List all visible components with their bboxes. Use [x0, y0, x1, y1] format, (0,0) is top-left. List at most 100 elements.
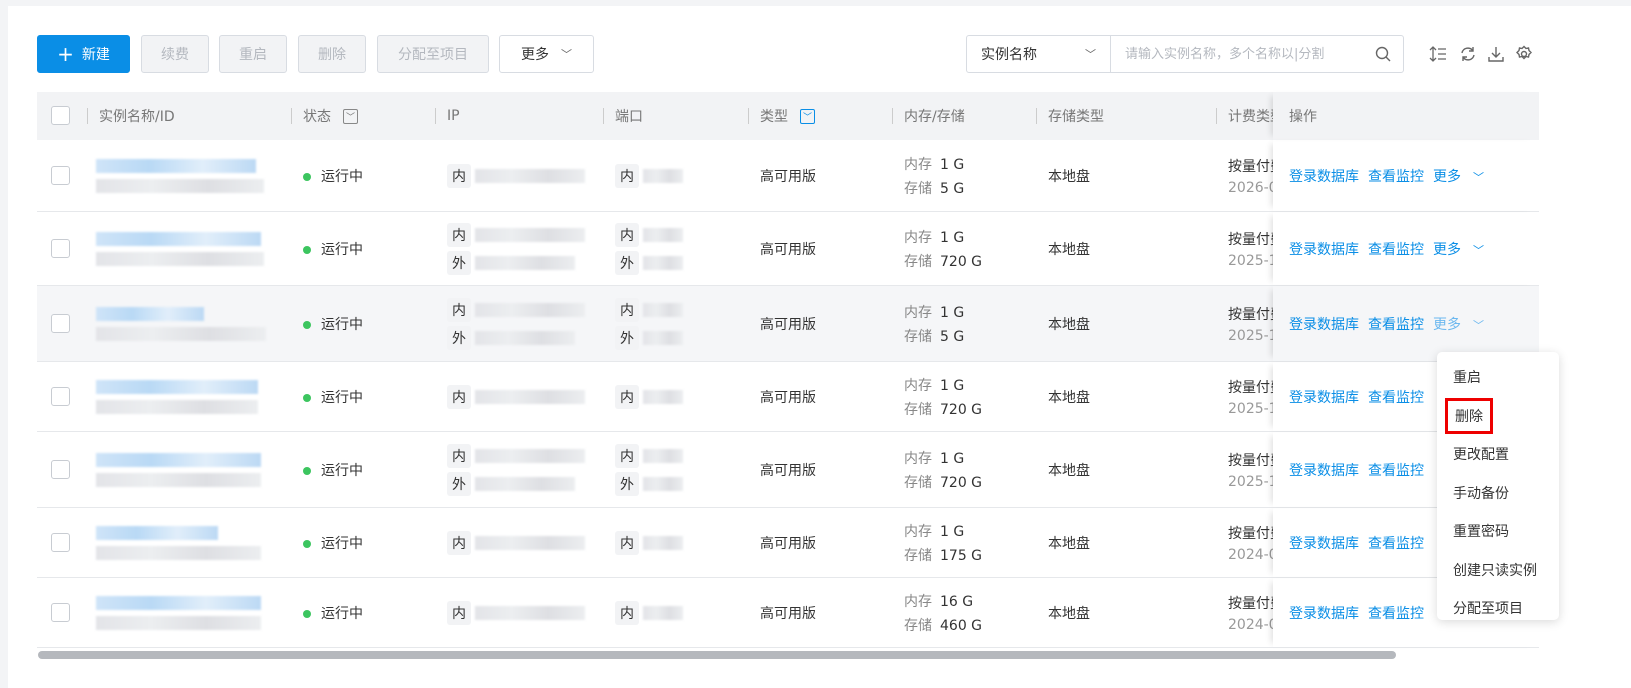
- view-monitor-link[interactable]: 查看监控: [1368, 460, 1424, 480]
- instance-id: [96, 178, 264, 193]
- menu-item[interactable]: 手动备份: [1437, 474, 1559, 513]
- instance-id: [96, 326, 266, 341]
- ip-tag: 内: [447, 443, 471, 468]
- status: 运行中: [303, 603, 363, 623]
- chevron-down-icon: ﹀: [1085, 48, 1096, 61]
- download-icon[interactable]: [1486, 44, 1506, 64]
- masked-value: [475, 535, 585, 550]
- instance-name-link[interactable]: [96, 158, 256, 173]
- table-row: 运行中 内外 内外 高可用版 内存1 G存储5 G 本地盘 按量付费2025-1…: [37, 286, 1539, 362]
- table-header: 实例名称/ID 状态﹀ IP 端口 类型﹀ 内存/存储 存储类型 计费类型 操作: [37, 92, 1539, 140]
- masked-value: [643, 168, 683, 183]
- masked-value: [643, 330, 683, 345]
- masked-value: [643, 535, 683, 550]
- menu-item[interactable]: 创建只读实例: [1437, 551, 1559, 590]
- instance-name-link[interactable]: [96, 306, 204, 321]
- table-row: 运行中 内外 内外 高可用版 内存1 G存储720 G 本地盘 按量付费2025…: [37, 432, 1539, 508]
- login-db-link[interactable]: 登录数据库: [1289, 314, 1359, 334]
- ip-tag: 内: [615, 600, 639, 625]
- ip-tag: 内: [447, 222, 471, 247]
- column-settings-icon[interactable]: [1428, 44, 1448, 64]
- masked-value: [643, 476, 683, 491]
- row-checkbox[interactable]: [51, 386, 70, 406]
- view-monitor-link[interactable]: 查看监控: [1368, 603, 1424, 623]
- login-db-link[interactable]: 登录数据库: [1289, 533, 1359, 553]
- table-row: 运行中 内 内 高可用版 内存1 G存储5 G 本地盘 按量付费2026-0 登…: [37, 140, 1539, 212]
- row-more-button[interactable]: 更多 ﹀: [1433, 239, 1484, 259]
- instance-name-link[interactable]: [96, 379, 258, 394]
- row-checkbox[interactable]: [51, 602, 70, 622]
- masked-value: [475, 227, 585, 242]
- menu-item[interactable]: 更改配置: [1437, 435, 1559, 474]
- instance-name-link[interactable]: [96, 525, 218, 540]
- chevron-down-icon: ﹀: [561, 48, 572, 61]
- row-more-button[interactable]: 更多 ﹀: [1433, 314, 1484, 334]
- search-field-select[interactable]: 实例名称 ﹀: [967, 36, 1111, 72]
- status: 运行中: [303, 387, 363, 407]
- ip-tag: 内: [615, 443, 639, 468]
- table-row: 运行中 内 内 高可用版 内存1 G存储720 G 本地盘 按量付费2025-1…: [37, 362, 1539, 432]
- ip-tag: 内: [615, 222, 639, 247]
- select-all-checkbox[interactable]: [51, 106, 70, 125]
- header-name[interactable]: 实例名称/ID: [99, 92, 175, 140]
- row-more-button[interactable]: 更多 ﹀: [1433, 166, 1484, 186]
- view-monitor-link[interactable]: 查看监控: [1368, 533, 1424, 553]
- table-row: 运行中 内外 内外 高可用版 内存1 G存储720 G 本地盘 按量付费2025…: [37, 212, 1539, 286]
- chevron-down-icon: ﹀: [1473, 170, 1484, 184]
- login-db-link[interactable]: 登录数据库: [1289, 166, 1359, 186]
- menu-item[interactable]: 重启: [1437, 358, 1559, 397]
- settings-icon[interactable]: [1514, 44, 1534, 64]
- masked-value: [475, 330, 575, 345]
- login-db-link[interactable]: 登录数据库: [1289, 239, 1359, 259]
- instance-name-link[interactable]: [96, 595, 261, 610]
- instance-id: [96, 399, 258, 414]
- refresh-icon[interactable]: [1458, 44, 1478, 64]
- ip-tag: 内: [447, 384, 471, 409]
- search-input[interactable]: [1111, 36, 1363, 72]
- header-type[interactable]: 类型 ﹀: [760, 92, 815, 140]
- ip-tag: 外: [615, 325, 639, 350]
- view-monitor-link[interactable]: 查看监控: [1368, 314, 1424, 334]
- menu-item[interactable]: 分配至项目: [1437, 589, 1559, 628]
- filter-icon[interactable]: ﹀: [800, 108, 815, 124]
- row-checkbox[interactable]: [51, 238, 70, 258]
- status: 运行中: [303, 166, 363, 186]
- ip-tag: 内: [447, 530, 471, 555]
- login-db-link[interactable]: 登录数据库: [1289, 460, 1359, 480]
- view-monitor-link[interactable]: 查看监控: [1368, 387, 1424, 407]
- instance-name-link[interactable]: [96, 452, 261, 467]
- ip-tag: 内: [615, 163, 639, 188]
- new-button[interactable]: + 新建: [37, 35, 130, 73]
- instance-name-link[interactable]: [96, 231, 261, 246]
- login-db-link[interactable]: 登录数据库: [1289, 387, 1359, 407]
- row-checkbox[interactable]: [51, 313, 70, 333]
- instance-id: [96, 545, 261, 560]
- masked-value: [643, 302, 683, 317]
- renew-button[interactable]: 续费: [141, 35, 209, 73]
- running-status-dot: [303, 245, 311, 254]
- instance-id: [96, 251, 264, 266]
- filter-icon[interactable]: ﹀: [343, 108, 358, 124]
- login-db-link[interactable]: 登录数据库: [1289, 603, 1359, 623]
- view-monitor-link[interactable]: 查看监控: [1368, 239, 1424, 259]
- status: 运行中: [303, 314, 363, 334]
- row-checkbox[interactable]: [51, 459, 70, 479]
- view-monitor-link[interactable]: 查看监控: [1368, 166, 1424, 186]
- horizontal-scrollbar[interactable]: [38, 651, 1396, 659]
- ip-tag: 外: [447, 471, 471, 496]
- running-status-dot: [303, 320, 311, 329]
- more-button[interactable]: 更多 ﹀: [499, 35, 594, 73]
- restart-button[interactable]: 重启: [219, 35, 287, 73]
- menu-item[interactable]: 删除: [1437, 397, 1559, 436]
- search-icon[interactable]: [1363, 36, 1403, 72]
- menu-item[interactable]: 重置密码: [1437, 512, 1559, 551]
- assign-project-button[interactable]: 分配至项目: [377, 35, 489, 73]
- header-status[interactable]: 状态 ﹀: [303, 92, 358, 140]
- ip-tag: 内: [447, 297, 471, 322]
- row-checkbox[interactable]: [51, 165, 70, 185]
- delete-button[interactable]: 删除: [298, 35, 366, 73]
- running-status-dot: [303, 539, 311, 548]
- masked-value: [475, 605, 585, 620]
- masked-value: [643, 448, 683, 463]
- row-checkbox[interactable]: [51, 532, 70, 552]
